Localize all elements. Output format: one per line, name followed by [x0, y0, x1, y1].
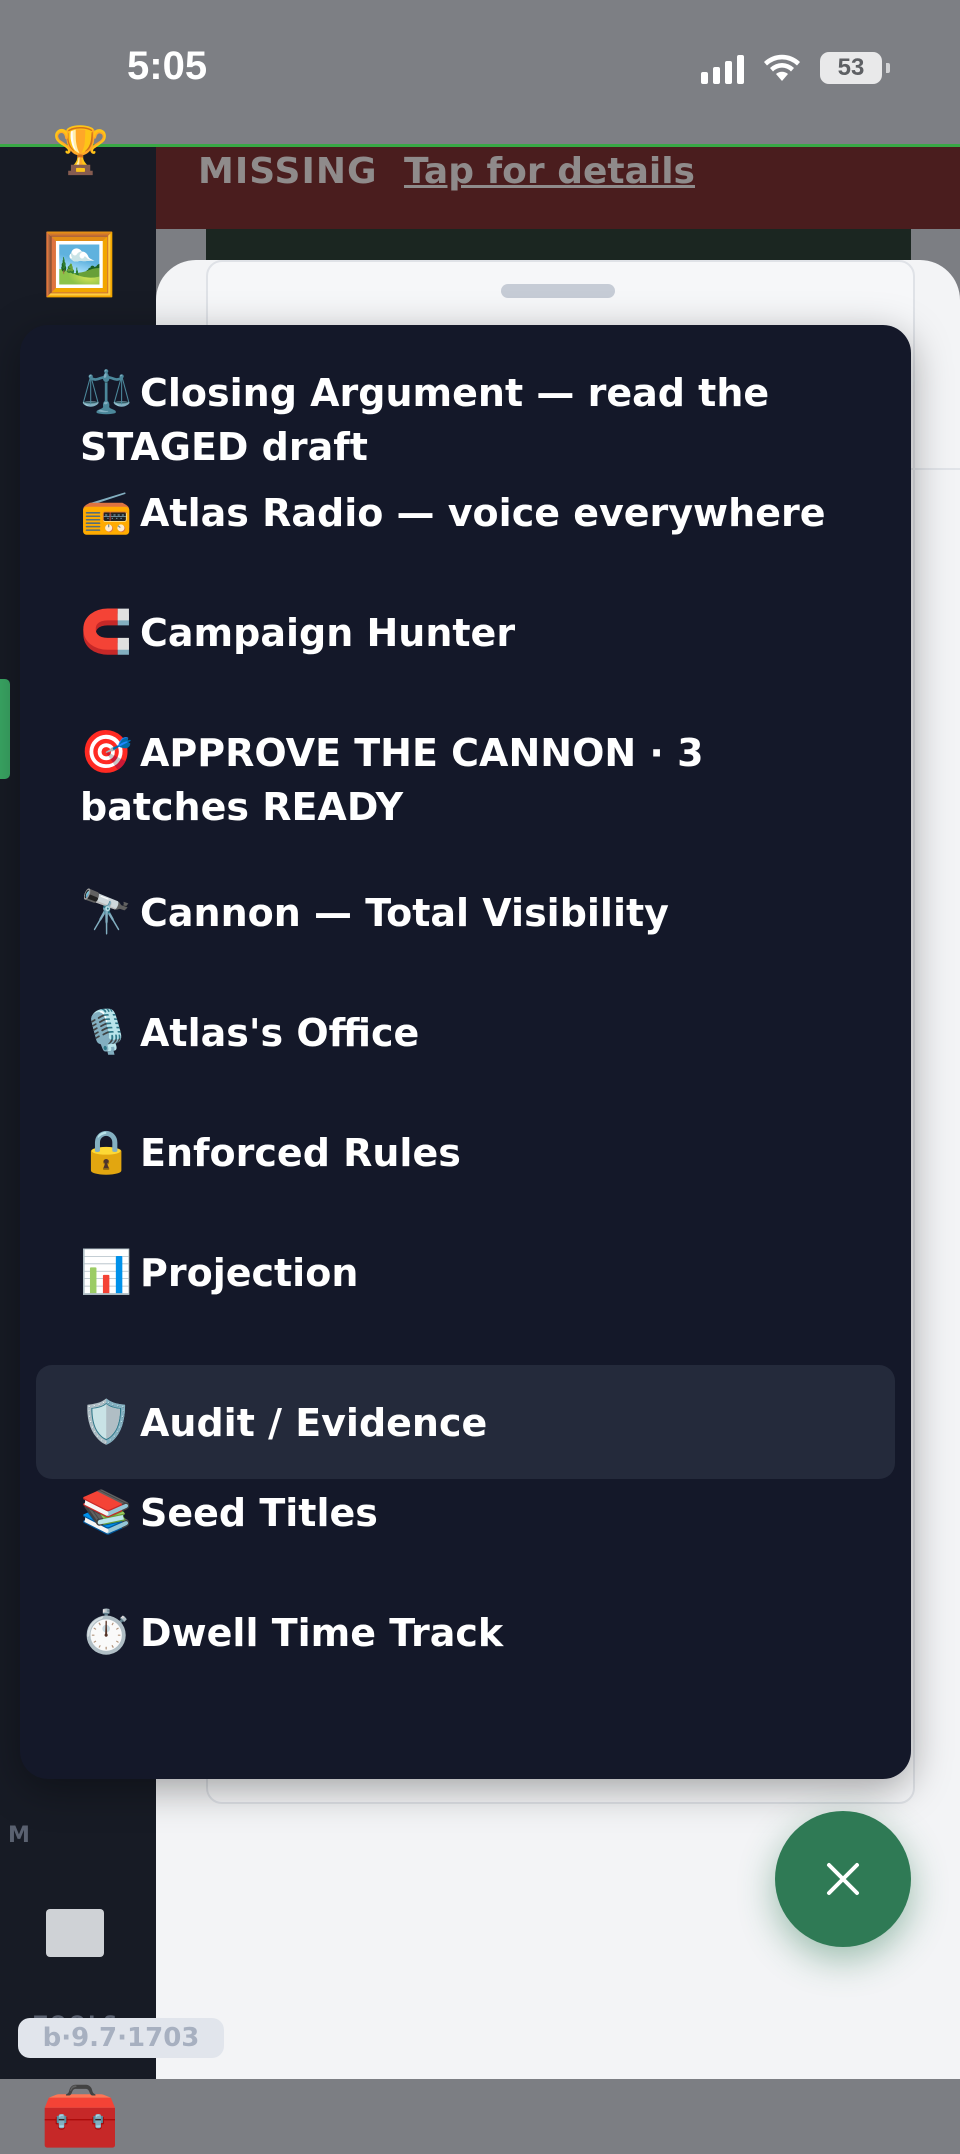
- menu-item-label: APPROVE THE CANNON · 3 batches READY: [80, 731, 704, 829]
- battery-level: 53: [837, 54, 865, 81]
- status-time: 5:05: [127, 44, 208, 88]
- microphone-icon: 🎙️: [80, 1007, 133, 1056]
- menu-item-label: Atlas Radio — voice everywhere: [140, 491, 826, 535]
- menu-item-projection[interactable]: 📊 Projection: [36, 1245, 895, 1300]
- status-bar: 5:05 53: [0, 0, 960, 144]
- bar-chart-icon: 📊: [80, 1247, 133, 1296]
- menu-item-label: Atlas's Office: [140, 1011, 420, 1055]
- sidebar-section-letter: M: [8, 1823, 30, 1848]
- status-icons: 53: [701, 52, 890, 84]
- picture-icon[interactable]: 🖼️: [42, 235, 117, 295]
- radio-icon: 📻: [80, 487, 133, 536]
- menu-item-label: Campaign Hunter: [140, 611, 516, 655]
- wifi-icon: [764, 54, 800, 81]
- sheet-grabber[interactable]: [501, 284, 615, 298]
- menu-item-seed-titles[interactable]: 📚 Seed Titles: [36, 1485, 895, 1540]
- menu-item-atlas-radio[interactable]: 📻 Atlas Radio — voice everywhere: [36, 485, 895, 540]
- stopwatch-icon: ⏱️: [80, 1607, 133, 1656]
- scales-icon: ⚖️: [80, 367, 133, 416]
- trophy-icon[interactable]: 🏆: [52, 127, 109, 173]
- menu-item-label: Audit / Evidence: [140, 1401, 488, 1445]
- menu-item-label: Projection: [140, 1251, 359, 1295]
- missing-banner[interactable]: MISSING Tap for details: [156, 147, 960, 229]
- close-button[interactable]: [775, 1811, 911, 1947]
- menu-item-label: Seed Titles: [140, 1491, 378, 1535]
- menu-item-campaign-hunter[interactable]: 🧲 Campaign Hunter: [36, 605, 895, 660]
- menu-item-audit-evidence[interactable]: 🛡️ Audit / Evidence: [36, 1365, 895, 1479]
- menu-item-cannon-visibility[interactable]: 🔭 Cannon — Total Visibility: [36, 885, 895, 940]
- banner-missing-label: MISSING: [198, 151, 378, 192]
- menu-item-atlas-office[interactable]: 🎙️ Atlas's Office: [36, 1005, 895, 1060]
- lock-icon: 🔒: [80, 1127, 133, 1176]
- sidebar-active-indicator: [0, 679, 10, 779]
- telescope-icon: 🔭: [80, 887, 133, 936]
- cellular-signal-icon: [701, 52, 744, 84]
- menu-item-label: Enforced Rules: [140, 1131, 461, 1175]
- toolbox-icon[interactable]: 🧰: [40, 2079, 120, 2154]
- banner-details-link[interactable]: Tap for details: [404, 151, 695, 192]
- close-icon: [827, 1863, 859, 1895]
- version-badge: b·9.7·1703: [18, 2018, 224, 2058]
- menu-item-dwell-time[interactable]: ⏱️ Dwell Time Track: [36, 1605, 895, 1660]
- menu-item-enforced-rules[interactable]: 🔒 Enforced Rules: [36, 1125, 895, 1180]
- menu-item-label: Closing Argument — read the STAGED draft: [80, 371, 770, 469]
- menu-item-closing-argument[interactable]: ⚖️ Closing Argument — read the STAGED dra…: [36, 365, 895, 474]
- menu-item-label: Dwell Time Track: [140, 1611, 504, 1655]
- document-icon[interactable]: [46, 1909, 104, 1957]
- target-icon: 🎯: [80, 727, 133, 776]
- books-icon: 📚: [80, 1487, 133, 1536]
- menu-item-label: Cannon — Total Visibility: [140, 891, 669, 935]
- magnet-icon: 🧲: [80, 607, 133, 656]
- battery-icon: 53: [820, 52, 890, 84]
- shield-icon: 🛡️: [80, 1397, 133, 1446]
- popup-menu: ⚖️ Closing Argument — read the STAGED dra…: [20, 325, 911, 1779]
- menu-item-approve-cannon[interactable]: 🎯 APPROVE THE CANNON · 3 batches READY: [36, 725, 895, 834]
